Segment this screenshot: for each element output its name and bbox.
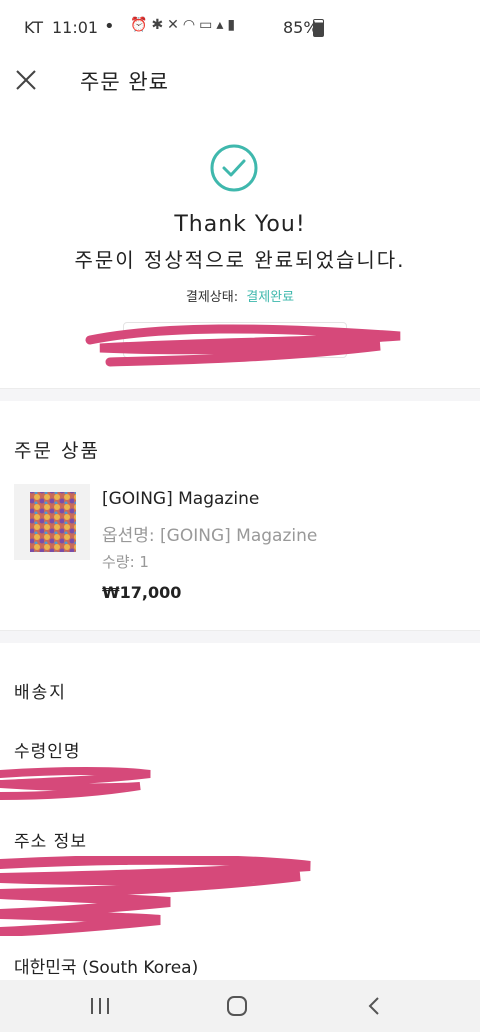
payment-status-label: 결제상태: (185, 290, 239, 305)
shipping-title: 배송지 (14, 683, 67, 703)
recent-apps-icon (91, 998, 109, 1014)
carrier-label: KT (24, 18, 44, 37)
thank-you-heading: Thank You! (174, 212, 306, 237)
home-button[interactable] (223, 994, 251, 1018)
clock: 11:01 (52, 18, 99, 37)
section-divider (0, 388, 480, 401)
back-button[interactable] (360, 994, 388, 1018)
product-option: 옵션명: [GOING] Magazine (102, 526, 318, 546)
status-bar: KT 11:01 • ⏰✱✕◠▭▴▮ 85% (0, 0, 480, 56)
magazine-cover-image (30, 492, 76, 552)
redaction-scribble (0, 856, 311, 936)
order-items-title: 주문 상품 (14, 440, 100, 462)
order-complete-message: 주문이 정상적으로 완료되었습니다. (74, 248, 406, 272)
battery-icon (313, 19, 324, 37)
order-number-box (123, 322, 347, 358)
recipient-label: 수령인명 (14, 742, 81, 762)
section-divider (0, 630, 480, 643)
product-name[interactable]: [GOING] Magazine (102, 489, 259, 509)
address-label: 주소 정보 (14, 832, 87, 852)
page-title: 주문 완료 (80, 70, 169, 94)
signal-icon: ▮ (227, 17, 240, 33)
redaction-scribble (0, 767, 151, 800)
close-button[interactable] (10, 64, 42, 96)
recent-apps-button[interactable] (86, 994, 114, 1018)
notification-dot: • (104, 16, 115, 37)
lte-icon: ▴ (216, 17, 228, 33)
back-icon (368, 997, 379, 1015)
product-price: ₩17,000 (102, 583, 182, 602)
payment-status: 결제상태: 결제완료 (0, 286, 480, 305)
alarm-icon: ⏰ (130, 17, 152, 33)
shipping-country: 대한민국 (South Korea) (14, 958, 199, 978)
hd-icon: ▭ (199, 17, 217, 33)
product-quantity: 수량: 1 (102, 553, 149, 571)
status-icons: ⏰✱✕◠▭▴▮ (130, 17, 239, 33)
bluetooth-icon: ✱ (151, 17, 168, 33)
system-navigation-bar (0, 980, 480, 1032)
wifi-icon: ◠ (182, 17, 200, 33)
app-header: 주문 완료 (0, 56, 480, 104)
product-thumbnail[interactable] (14, 484, 90, 560)
payment-status-value: 결제완료 (246, 290, 295, 305)
checkmark-circle-icon (210, 144, 258, 192)
mute-icon: ✕ (167, 17, 183, 33)
home-icon (227, 996, 247, 1016)
close-icon (16, 70, 36, 90)
